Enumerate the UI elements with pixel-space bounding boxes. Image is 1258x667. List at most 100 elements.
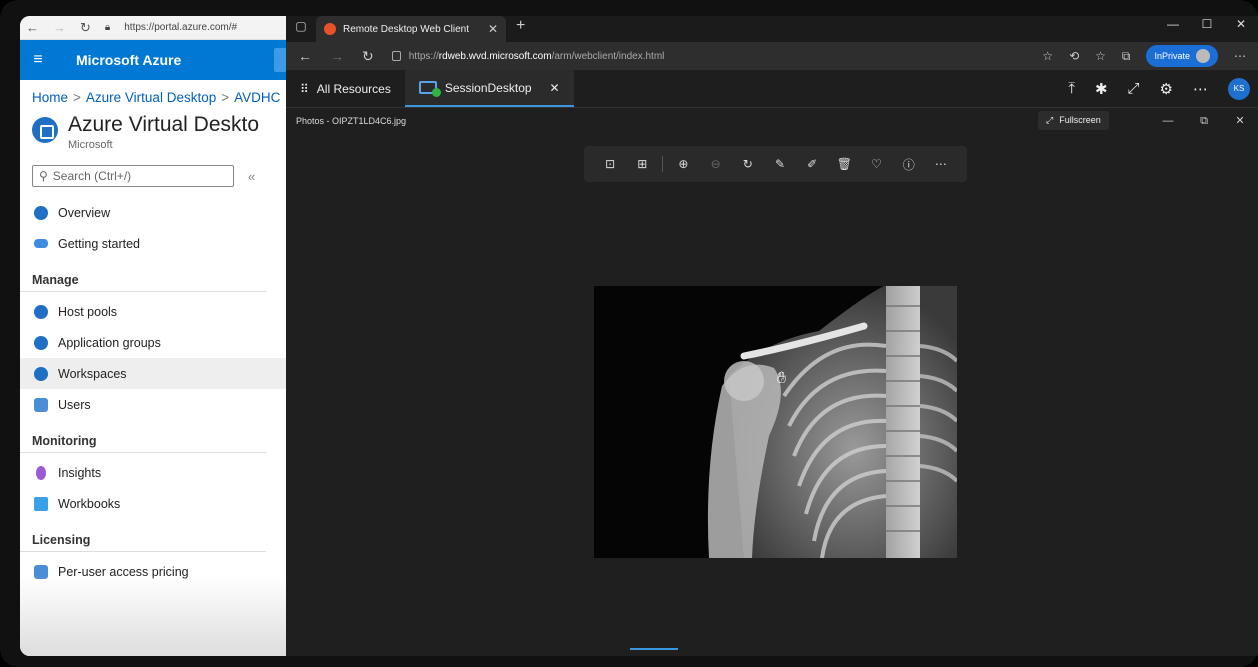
maximize-icon[interactable]: ☐ — [1190, 16, 1224, 38]
lock-icon — [391, 51, 401, 61]
menu-item-host-pools[interactable]: Host pools — [20, 296, 286, 327]
overview-icon — [34, 205, 48, 220]
info-icon[interactable]: ⓘ — [893, 156, 925, 173]
bottom-fade — [20, 576, 286, 656]
breadcrumb-avdhc[interactable]: AVDHC — [234, 90, 280, 105]
menu-item-users[interactable]: Users — [20, 389, 286, 420]
url-path: /arm/webclient/index.html — [551, 50, 665, 62]
rd-favicon-icon — [324, 23, 336, 35]
menu-item-application-groups[interactable]: Application groups — [20, 327, 286, 358]
add-favorite-icon[interactable]: ☆ — [1042, 49, 1053, 63]
extensions-icon[interactable]: ⟲ — [1069, 49, 1079, 63]
breadcrumb-home[interactable]: Home — [32, 90, 68, 105]
menu-item-getting-started[interactable]: Getting started — [20, 228, 286, 259]
more-menu-icon[interactable]: ⋯ — [1234, 49, 1246, 63]
url-prefix: https:// — [408, 50, 439, 62]
header-edge-button[interactable] — [274, 48, 286, 72]
chevron-right-icon: > — [73, 90, 81, 105]
fullscreen-icon: ⤢ — [1046, 115, 1054, 125]
photos-window-controls: — ⧉ ✕ — [1150, 108, 1258, 134]
screen-frame: ← → ↻ 🔒︎ https://portal.azure.com/# ≡ Mi… — [0, 0, 1258, 667]
photos-title-bar: Photos - OIPZT1LD4C6.jpg — [286, 108, 1258, 134]
page-header: Azure Virtual Deskto Microsoft — [20, 105, 286, 151]
resource-menu-search-input[interactable]: ⚲ Search (Ctrl+/) — [32, 165, 234, 187]
settings-icon[interactable]: ⚙ — [1160, 80, 1173, 98]
session-desktop-icon — [418, 81, 441, 97]
forward-icon[interactable]: → — [53, 20, 66, 35]
back-icon[interactable]: ← — [298, 48, 312, 64]
delete-icon[interactable]: 🗑︎ — [828, 157, 860, 171]
menu-item-workspaces[interactable]: Workspaces — [20, 358, 286, 389]
close-window-icon[interactable]: ✕ — [1224, 16, 1258, 38]
restore-icon[interactable]: ⧉ — [1186, 108, 1222, 134]
address-field[interactable]: https://rdweb.wvd.microsoft.com/arm/webc… — [391, 50, 665, 62]
breadcrumb: Home > Azure Virtual Desktop > AVDHC — [20, 80, 286, 105]
forward-icon[interactable]: → — [330, 48, 344, 64]
tab-remote-desktop[interactable]: Remote Desktop Web Client ✕ — [316, 16, 506, 42]
photos-toolbar: ⊡ ⊞ ⊕ ⊖ ↻ ✎ ✐ 🗑︎ ♡ ⓘ ⋯ — [584, 146, 967, 182]
expand-icon[interactable]: ⤢ — [1128, 80, 1140, 97]
edit-image-icon[interactable]: ✎ — [764, 157, 796, 171]
fullscreen-label: Fullscreen — [1059, 115, 1101, 125]
favorites-icon[interactable]: ☆ — [1095, 49, 1106, 63]
tab-label: All Resources — [316, 81, 391, 96]
workspaces-icon — [34, 366, 48, 381]
menu-item-label: Getting started — [58, 236, 140, 251]
azure-brand[interactable]: Microsoft Azure — [76, 52, 181, 68]
upload-icon[interactable]: ⤒ — [1068, 80, 1075, 97]
more-options-icon[interactable]: ⋯ — [925, 157, 957, 171]
breadcrumb-avd[interactable]: Azure Virtual Desktop — [86, 90, 216, 105]
lock-icon: 🔒︎ — [104, 22, 111, 33]
menu-item-workbooks[interactable]: Workbooks — [20, 488, 286, 519]
refresh-icon[interactable]: ↻ — [362, 48, 374, 65]
workbooks-icon — [34, 496, 48, 511]
menu-item-label: Workbooks — [58, 496, 121, 511]
edge-address-bar: ← → ↻ https://rdweb.wvd.microsoft.com/ar… — [286, 42, 1258, 70]
refresh-icon[interactable]: ↻ — [80, 20, 91, 36]
menu-item-insights[interactable]: Insights — [20, 457, 286, 488]
menu-item-label: Host pools — [58, 304, 118, 319]
hand-cursor-icon: ✋︎ — [777, 370, 787, 387]
section-licensing: Licensing — [20, 519, 266, 552]
see-all-photos-icon[interactable]: ⊡ — [594, 157, 626, 171]
more-icon[interactable]: ⋯ — [1193, 80, 1208, 98]
menu-item-label: Insights — [58, 465, 102, 480]
add-to-album-icon[interactable]: ⊞ — [626, 157, 658, 171]
collapse-menu-icon[interactable]: « — [248, 169, 255, 184]
tab-session-desktop[interactable]: SessionDesktop ✕ — [404, 70, 574, 107]
pin-icon[interactable]: ✱ — [1095, 80, 1108, 98]
rotate-icon[interactable]: ↻ — [732, 157, 764, 171]
avd-service-icon — [32, 117, 58, 143]
inprivate-badge[interactable]: InPrivate — [1146, 45, 1218, 67]
search-icon: ⚲ — [39, 169, 48, 183]
insights-icon — [36, 465, 46, 480]
zoom-out-icon[interactable]: ⊖ — [700, 157, 732, 171]
draw-icon[interactable]: ✐ — [796, 157, 828, 171]
new-tab-icon[interactable]: + — [516, 17, 525, 35]
tab-all-resources[interactable]: ⠿ All Resources — [286, 70, 405, 107]
minimize-icon[interactable]: — — [1156, 16, 1190, 38]
inprivate-label: InPrivate — [1154, 51, 1190, 61]
tab-actions-icon[interactable]: ▢ — [286, 19, 316, 33]
fullscreen-button[interactable]: ⤢ Fullscreen — [1038, 111, 1109, 130]
back-icon[interactable]: ← — [26, 20, 39, 35]
profile-avatar — [1196, 49, 1210, 63]
favorite-heart-icon[interactable]: ♡ — [860, 157, 892, 171]
page-title: Azure Virtual Deskto — [68, 113, 260, 136]
application-groups-icon — [34, 335, 48, 350]
collections-icon[interactable]: ⧉ — [1122, 49, 1131, 64]
zoom-in-icon[interactable]: ⊕ — [667, 157, 699, 171]
menu-item-overview[interactable]: Overview — [20, 197, 286, 228]
users-icon — [34, 397, 48, 412]
resource-menu: Overview Getting started Manage Host poo… — [20, 197, 286, 587]
azure-url[interactable]: https://portal.azure.com/# — [124, 22, 237, 33]
search-placeholder: Search (Ctrl+/) — [52, 169, 132, 183]
close-window-icon[interactable]: ✕ — [1222, 108, 1258, 134]
close-tab-icon[interactable]: ✕ — [488, 22, 498, 36]
menu-item-label: Workspaces — [58, 366, 127, 381]
minimize-icon[interactable]: — — [1150, 108, 1186, 134]
user-avatar[interactable]: KS — [1228, 77, 1250, 100]
hamburger-menu-icon[interactable]: ≡ — [20, 51, 56, 69]
menu-item-label: Users — [58, 397, 91, 412]
close-session-icon[interactable]: ✕ — [550, 81, 560, 95]
